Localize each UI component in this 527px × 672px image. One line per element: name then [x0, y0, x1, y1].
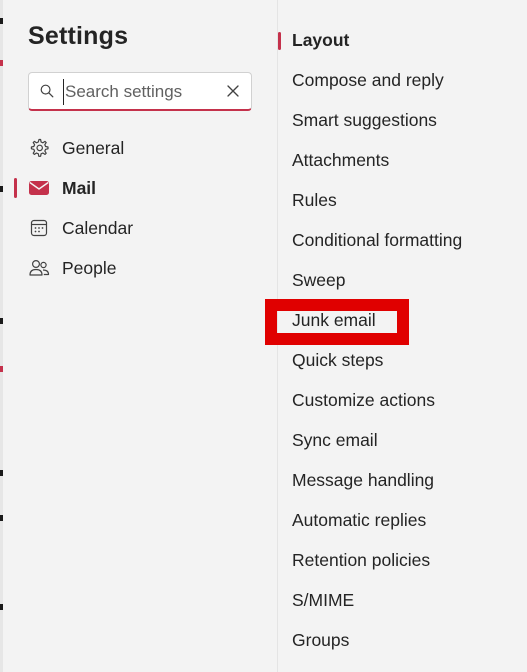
mail-setting-label: Sync email — [292, 430, 378, 450]
mail-setting-compose-and-reply[interactable]: Compose and reply — [278, 60, 527, 100]
nav-item-mail[interactable]: Mail — [3, 168, 277, 208]
close-icon[interactable] — [225, 83, 241, 99]
mail-setting-label: Sweep — [292, 270, 346, 290]
mail-setting-rules[interactable]: Rules — [278, 180, 527, 220]
mail-setting-label: Compose and reply — [292, 70, 444, 90]
selected-indicator — [14, 178, 17, 198]
mail-setting-label: Groups — [292, 630, 350, 650]
mail-setting-label: Junk email — [292, 310, 376, 330]
settings-category-list: General Mail Calendar People — [3, 128, 277, 288]
mail-setting-sync-email[interactable]: Sync email — [278, 420, 527, 460]
mail-setting-quick-steps[interactable]: Quick steps — [278, 340, 527, 380]
mail-settings-list: Layout Compose and reply Smart suggestio… — [278, 20, 527, 660]
selected-indicator — [278, 32, 281, 50]
mail-setting-groups[interactable]: Groups — [278, 620, 527, 660]
nav-item-people[interactable]: People — [3, 248, 277, 288]
nav-item-label: Mail — [62, 178, 97, 198]
mail-icon — [28, 178, 50, 198]
mail-setting-label: Quick steps — [292, 350, 384, 370]
mail-setting-label: Smart suggestions — [292, 110, 437, 130]
mail-setting-smart-suggestions[interactable]: Smart suggestions — [278, 100, 527, 140]
gear-icon — [28, 138, 50, 158]
mail-setting-label: Automatic replies — [292, 510, 427, 530]
mail-setting-label: Customize actions — [292, 390, 435, 410]
nav-item-label: People — [62, 258, 117, 278]
search-input[interactable] — [63, 79, 213, 105]
nav-item-label: General — [62, 138, 125, 158]
nav-item-label: Calendar — [62, 218, 134, 238]
mail-setting-sweep[interactable]: Sweep — [278, 260, 527, 300]
mail-setting-label: Rules — [292, 190, 337, 210]
calendar-icon — [28, 218, 50, 238]
mail-setting-label: Attachments — [292, 150, 390, 170]
mail-setting-retention-policies[interactable]: Retention policies — [278, 540, 527, 580]
mail-setting-label: Layout — [292, 30, 350, 50]
people-icon — [28, 258, 50, 278]
mail-setting-attachments[interactable]: Attachments — [278, 140, 527, 180]
mail-setting-conditional-formatting[interactable]: Conditional formatting — [278, 220, 527, 260]
mail-setting-label: Retention policies — [292, 550, 431, 570]
mail-setting-label: S/MIME — [292, 590, 355, 610]
mail-setting-label: Message handling — [292, 470, 435, 490]
mail-setting-label: Conditional formatting — [292, 230, 463, 250]
settings-nav-pane: Settings General — [3, 0, 277, 672]
mail-setting-junk-email[interactable]: Junk email — [278, 300, 527, 340]
search-icon — [40, 84, 54, 98]
page-title: Settings — [28, 22, 129, 50]
mail-setting-smime[interactable]: S/MIME — [278, 580, 527, 620]
mail-setting-customize-actions[interactable]: Customize actions — [278, 380, 527, 420]
mail-setting-automatic-replies[interactable]: Automatic replies — [278, 500, 527, 540]
mail-setting-layout[interactable]: Layout — [278, 20, 527, 60]
mail-setting-message-handling[interactable]: Message handling — [278, 460, 527, 500]
nav-item-general[interactable]: General — [3, 128, 277, 168]
mail-settings-pane: Layout Compose and reply Smart suggestio… — [278, 0, 527, 672]
nav-item-calendar[interactable]: Calendar — [3, 208, 277, 248]
search-box[interactable] — [28, 72, 252, 111]
